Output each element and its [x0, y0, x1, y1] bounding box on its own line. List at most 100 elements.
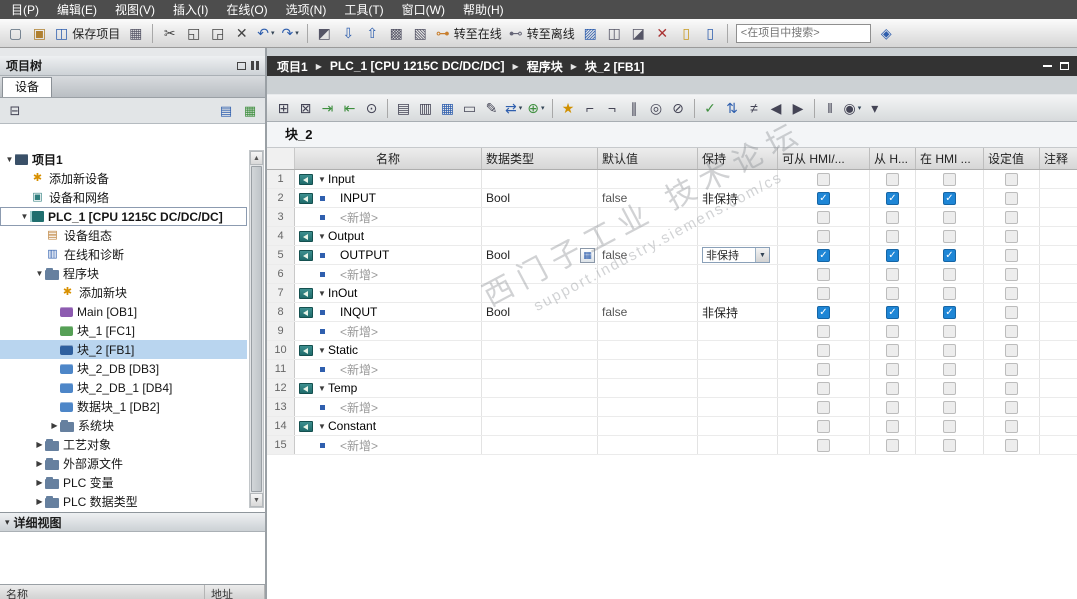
- tree-item-12[interactable]: 块_2_DB_1 [DB4]: [0, 378, 247, 397]
- tree-item-6[interactable]: ▼ 程序块: [0, 264, 247, 283]
- comment-cell[interactable]: [1040, 284, 1077, 302]
- expander-icon[interactable]: ▶: [49, 421, 60, 430]
- compare-icon[interactable]: ⇅: [722, 98, 743, 119]
- crossings-icon[interactable]: ≠: [744, 98, 765, 119]
- tab-devices[interactable]: 设备: [2, 77, 53, 97]
- comment-cell[interactable]: [1040, 227, 1077, 245]
- data-type-cell[interactable]: [482, 284, 598, 302]
- retain-cell[interactable]: [698, 398, 778, 416]
- name-cell[interactable]: <新增>: [295, 322, 482, 340]
- delete-network-icon[interactable]: ⊠: [295, 98, 316, 119]
- name-cell[interactable]: <新增>: [295, 436, 482, 454]
- copy-icon[interactable]: ◱: [182, 22, 205, 45]
- pause-monitoring-icon[interactable]: ‖: [820, 98, 841, 119]
- data-type-cell[interactable]: [482, 436, 598, 454]
- open-branch-icon[interactable]: ⌐: [580, 98, 601, 119]
- retain-cell[interactable]: [698, 265, 778, 283]
- hmi-visible-checkbox[interactable]: ✓: [943, 248, 956, 262]
- data-type-cell[interactable]: [482, 398, 598, 416]
- menu-item-7[interactable]: 窗口(W): [393, 0, 454, 19]
- undo-button[interactable]: ↶ ▾: [254, 22, 277, 45]
- name-cell[interactable]: INQUT: [295, 303, 482, 321]
- tree-item-11[interactable]: 块_2_DB [DB3]: [0, 359, 247, 378]
- name-cell[interactable]: ▼ Input: [295, 170, 482, 188]
- cross-references-icon[interactable]: ◫: [603, 22, 626, 45]
- breadcrumb-item-3[interactable]: 块_2 [FB1]: [583, 58, 646, 75]
- search-button[interactable]: ◈: [875, 22, 898, 45]
- scrollbar-thumb[interactable]: [251, 166, 262, 492]
- name-cell[interactable]: OUTPUT: [295, 246, 482, 264]
- favorites-icon[interactable]: ★: [558, 98, 579, 119]
- data-type-cell[interactable]: [482, 265, 598, 283]
- section-expander-icon[interactable]: ▼: [316, 422, 328, 431]
- comment-cell[interactable]: [1040, 322, 1077, 340]
- expander-icon[interactable]: ▼: [34, 269, 45, 278]
- negate-icon[interactable]: ⊘: [668, 98, 689, 119]
- tree-item-17[interactable]: ▶ PLC 变量: [0, 473, 247, 492]
- dropdown-arrow-icon[interactable]: ▾: [271, 29, 275, 37]
- close-branch-icon[interactable]: ¬: [602, 98, 623, 119]
- tree-item-3[interactable]: ▼ PLC_1 [CPU 1215C DC/DC/DC]: [0, 207, 247, 226]
- insert-element-icon[interactable]: ⊕ ▾: [525, 98, 546, 119]
- more-options-icon[interactable]: ▾: [864, 98, 885, 119]
- tree-item-2[interactable]: ▣ 设备和网络: [0, 188, 247, 207]
- column-header-0[interactable]: 名称: [295, 148, 482, 169]
- retain-cell[interactable]: [698, 227, 778, 245]
- menu-item-0[interactable]: 目(P): [2, 0, 48, 19]
- retain-cell[interactable]: [698, 436, 778, 454]
- comment-cell[interactable]: [1040, 417, 1077, 435]
- tree-item-18[interactable]: ▶ PLC 数据类型: [0, 492, 247, 511]
- tree-item-4[interactable]: ▤ 设备组态: [0, 226, 247, 245]
- insert-network-icon[interactable]: ⊞: [273, 98, 294, 119]
- go-online-button[interactable]: ⊶ 转至在线: [433, 22, 505, 45]
- collapse-panel-icon[interactable]: [251, 61, 259, 70]
- name-cell[interactable]: ▼ Constant: [295, 417, 482, 435]
- float-panel-icon[interactable]: [237, 61, 246, 70]
- chevron-down-icon[interactable]: ▼: [755, 248, 769, 262]
- dropdown-arrow-icon[interactable]: ▾: [858, 104, 862, 112]
- default-value-cell[interactable]: [598, 360, 698, 378]
- retain-cell[interactable]: [698, 379, 778, 397]
- section-expander-icon[interactable]: ▼: [316, 175, 328, 184]
- menu-item-6[interactable]: 工具(T): [335, 0, 392, 19]
- collapse-members-icon[interactable]: ▥: [415, 98, 436, 119]
- redo-button[interactable]: ↷ ▾: [279, 22, 302, 45]
- name-cell[interactable]: ▼ Output: [295, 227, 482, 245]
- column-header-4[interactable]: 可从 HMI/...: [778, 148, 870, 169]
- column-header-7[interactable]: 设定值: [984, 148, 1040, 169]
- retain-cell[interactable]: 非保持: [698, 303, 778, 321]
- breadcrumb-item-0[interactable]: 项目1: [275, 58, 310, 75]
- default-value-cell[interactable]: [598, 227, 698, 245]
- column-header-8[interactable]: 注释: [1040, 148, 1077, 169]
- comment-cell[interactable]: [1040, 303, 1077, 321]
- hmi-from-checkbox[interactable]: ✓: [886, 248, 899, 262]
- name-cell[interactable]: ▼ Temp: [295, 379, 482, 397]
- default-value-cell[interactable]: [598, 265, 698, 283]
- add-row-icon[interactable]: ⇤: [339, 98, 360, 119]
- close-icon[interactable]: ✕: [651, 22, 674, 45]
- data-type-cell[interactable]: [482, 417, 598, 435]
- menu-item-2[interactable]: 视图(V): [106, 0, 164, 19]
- comment-cell[interactable]: [1040, 265, 1077, 283]
- section-expander-icon[interactable]: ▼: [316, 346, 328, 355]
- data-type-cell[interactable]: Bool ▦: [482, 246, 598, 264]
- retain-cell[interactable]: [698, 208, 778, 226]
- hmi-visible-checkbox[interactable]: ✓: [943, 305, 956, 319]
- save-project-button[interactable]: ◫ 保存项目: [52, 22, 123, 45]
- column-header-2[interactable]: 默认值: [598, 148, 698, 169]
- data-type-cell[interactable]: Bool: [482, 189, 598, 207]
- name-cell[interactable]: <新增>: [295, 398, 482, 416]
- data-type-cell[interactable]: [482, 170, 598, 188]
- column-header-5[interactable]: 从 H...: [870, 148, 916, 169]
- section-expander-icon[interactable]: ▼: [316, 384, 328, 393]
- insert-input-icon[interactable]: ⇄ ▾: [503, 98, 524, 119]
- data-type-cell[interactable]: [482, 208, 598, 226]
- comment-cell[interactable]: [1040, 436, 1077, 454]
- cut-icon[interactable]: ✂: [158, 22, 181, 45]
- expander-icon[interactable]: ▶: [34, 440, 45, 449]
- split-editor-horizontal-icon[interactable]: ▯: [675, 22, 698, 45]
- tree-item-15[interactable]: ▶ 工艺对象: [0, 435, 247, 454]
- edit-comment-icon[interactable]: ✎: [481, 98, 502, 119]
- breadcrumb-item-2[interactable]: 程序块: [525, 58, 565, 75]
- minimize-icon[interactable]: [1043, 65, 1052, 67]
